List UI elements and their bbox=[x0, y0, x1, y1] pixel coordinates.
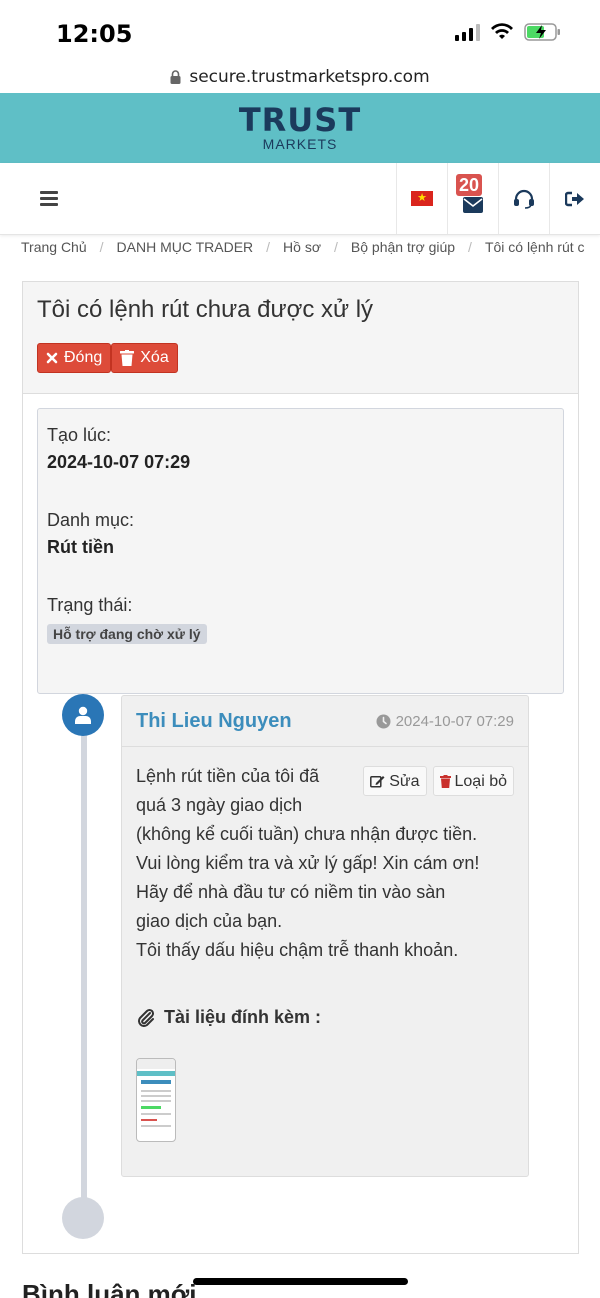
clock: 12:05 bbox=[56, 20, 133, 48]
breadcrumb-support[interactable]: Bộ phận trợ giúp bbox=[351, 239, 455, 255]
new-comment-heading: Bình luận mới bbox=[22, 1279, 197, 1298]
edit-comment-label: Sửa bbox=[389, 772, 420, 790]
attachment-thumbnail[interactable] bbox=[136, 1058, 176, 1142]
close-ticket-label: Đóng bbox=[64, 349, 103, 366]
close-ticket-button[interactable]: Đóng bbox=[37, 343, 112, 373]
breadcrumb-profile[interactable]: Hồ sơ bbox=[283, 239, 321, 255]
breadcrumb: Trang Chủ / DANH MỤC TRADER / Hồ sơ / Bộ… bbox=[0, 235, 600, 259]
comment-author[interactable]: Thi Lieu Nguyen bbox=[136, 710, 292, 733]
vietnam-flag-icon: ★ bbox=[411, 191, 433, 206]
top-nav: ★ 20 bbox=[0, 163, 600, 235]
status-label: Trạng thái: bbox=[47, 595, 133, 615]
home-indicator[interactable] bbox=[193, 1278, 408, 1285]
comment-actions: Sửa Loại bỏ bbox=[363, 766, 514, 796]
battery-charging-icon bbox=[524, 23, 560, 41]
breadcrumb-separator: / bbox=[334, 239, 338, 255]
delete-ticket-button[interactable]: Xóa bbox=[111, 343, 178, 373]
support-button[interactable] bbox=[498, 163, 549, 234]
ticket-title: Tôi có lệnh rút chưa được xử lý bbox=[37, 296, 374, 323]
timeline-line bbox=[81, 722, 87, 1222]
language-selector[interactable]: ★ bbox=[396, 163, 447, 234]
remove-comment-label: Loại bỏ bbox=[454, 772, 508, 790]
breadcrumb-separator: / bbox=[266, 239, 271, 255]
comment-timestamp: 2024-10-07 07:29 bbox=[376, 713, 514, 730]
menu-toggle-button[interactable] bbox=[0, 163, 98, 234]
breadcrumb-separator: / bbox=[468, 239, 472, 255]
category-label: Danh mục: bbox=[47, 510, 135, 530]
created-value: 2024-10-07 07:29 bbox=[47, 452, 191, 472]
status-badge: Hỗ trợ đang chờ xử lý bbox=[47, 624, 207, 644]
notification-count-badge: 20 bbox=[456, 174, 483, 196]
sign-out-icon bbox=[565, 191, 584, 206]
ticket-header: Tôi có lệnh rút chưa được xử lý Đóng Xóa bbox=[23, 282, 578, 394]
trash-icon bbox=[439, 774, 451, 788]
logo-wordmark: TRUST bbox=[238, 101, 362, 139]
logo-subtitle: MARKETS bbox=[262, 136, 338, 152]
envelope-icon bbox=[463, 196, 483, 213]
timeline-avatar bbox=[62, 694, 104, 736]
breadcrumb-current: Tôi có lệnh rút c bbox=[484, 239, 585, 255]
comment-header: Thi Lieu Nguyen 2024-10-07 07:29 bbox=[122, 696, 528, 747]
url-text: secure.trustmarketspro.com bbox=[189, 67, 430, 87]
lock-icon bbox=[170, 70, 181, 84]
attachments-heading: Tài liệu đính kèm : bbox=[136, 1003, 514, 1032]
ticket-actions: Đóng Xóa bbox=[37, 343, 564, 373]
status-bar: 12:05 bbox=[0, 0, 600, 62]
paperclip-icon bbox=[138, 1008, 155, 1027]
close-icon bbox=[46, 352, 58, 364]
clock-icon bbox=[376, 714, 391, 728]
hamburger-icon bbox=[40, 188, 58, 209]
user-icon bbox=[75, 706, 91, 724]
comment-line: giao dịch của bạn. bbox=[136, 911, 283, 931]
breadcrumb-trader-category[interactable]: DANH MỤC TRADER bbox=[117, 239, 254, 255]
delete-ticket-label: Xóa bbox=[140, 349, 169, 366]
comment-time-text: 2024-10-07 07:29 bbox=[395, 712, 514, 730]
address-bar[interactable]: secure.trustmarketspro.com bbox=[0, 62, 600, 92]
comment-body: Sửa Loại bỏ Lệnh rút tiền của tôi đã quá… bbox=[122, 747, 528, 1142]
category-value: Rút tiền bbox=[47, 537, 114, 557]
ticket-panel: Tôi có lệnh rút chưa được xử lý Đóng Xóa… bbox=[22, 281, 579, 1254]
breadcrumb-separator: / bbox=[99, 239, 104, 255]
created-label: Tạo lúc: bbox=[47, 425, 112, 445]
brand-header: TRUST MARKETS bbox=[0, 93, 600, 163]
logout-button[interactable] bbox=[549, 163, 600, 234]
breadcrumb-home[interactable]: Trang Chủ bbox=[21, 239, 87, 255]
attachments-label: Tài liệu đính kèm : bbox=[164, 1007, 322, 1027]
ticket-info-box: Tạo lúc: 2024-10-07 07:29 Danh mục: Rút … bbox=[37, 408, 564, 694]
comment-line: (không kể cuối tuần) chưa nhận được tiền… bbox=[136, 824, 478, 844]
status-icons bbox=[455, 22, 562, 42]
timeline-end-marker bbox=[62, 1197, 104, 1239]
wifi-icon bbox=[491, 23, 513, 39]
comment-line: Tôi thấy dấu hiệu chậm trễ thanh khoản. bbox=[136, 940, 459, 960]
cellular-signal-icon bbox=[455, 23, 480, 41]
comment-line: Vui lòng kiểm tra và xử lý gấp! Xin cám … bbox=[136, 853, 480, 873]
remove-comment-button[interactable]: Loại bỏ bbox=[432, 766, 514, 796]
edit-icon bbox=[370, 776, 385, 788]
headset-icon bbox=[514, 189, 534, 209]
trash-icon bbox=[120, 350, 135, 366]
notifications-button[interactable]: 20 bbox=[447, 163, 498, 234]
comment-card: Thi Lieu Nguyen 2024-10-07 07:29 Sửa Loạ… bbox=[121, 695, 529, 1177]
comment-line: Hãy để nhà đầu tư có niềm tin vào sàn bbox=[136, 882, 446, 902]
edit-comment-button[interactable]: Sửa bbox=[363, 766, 427, 796]
